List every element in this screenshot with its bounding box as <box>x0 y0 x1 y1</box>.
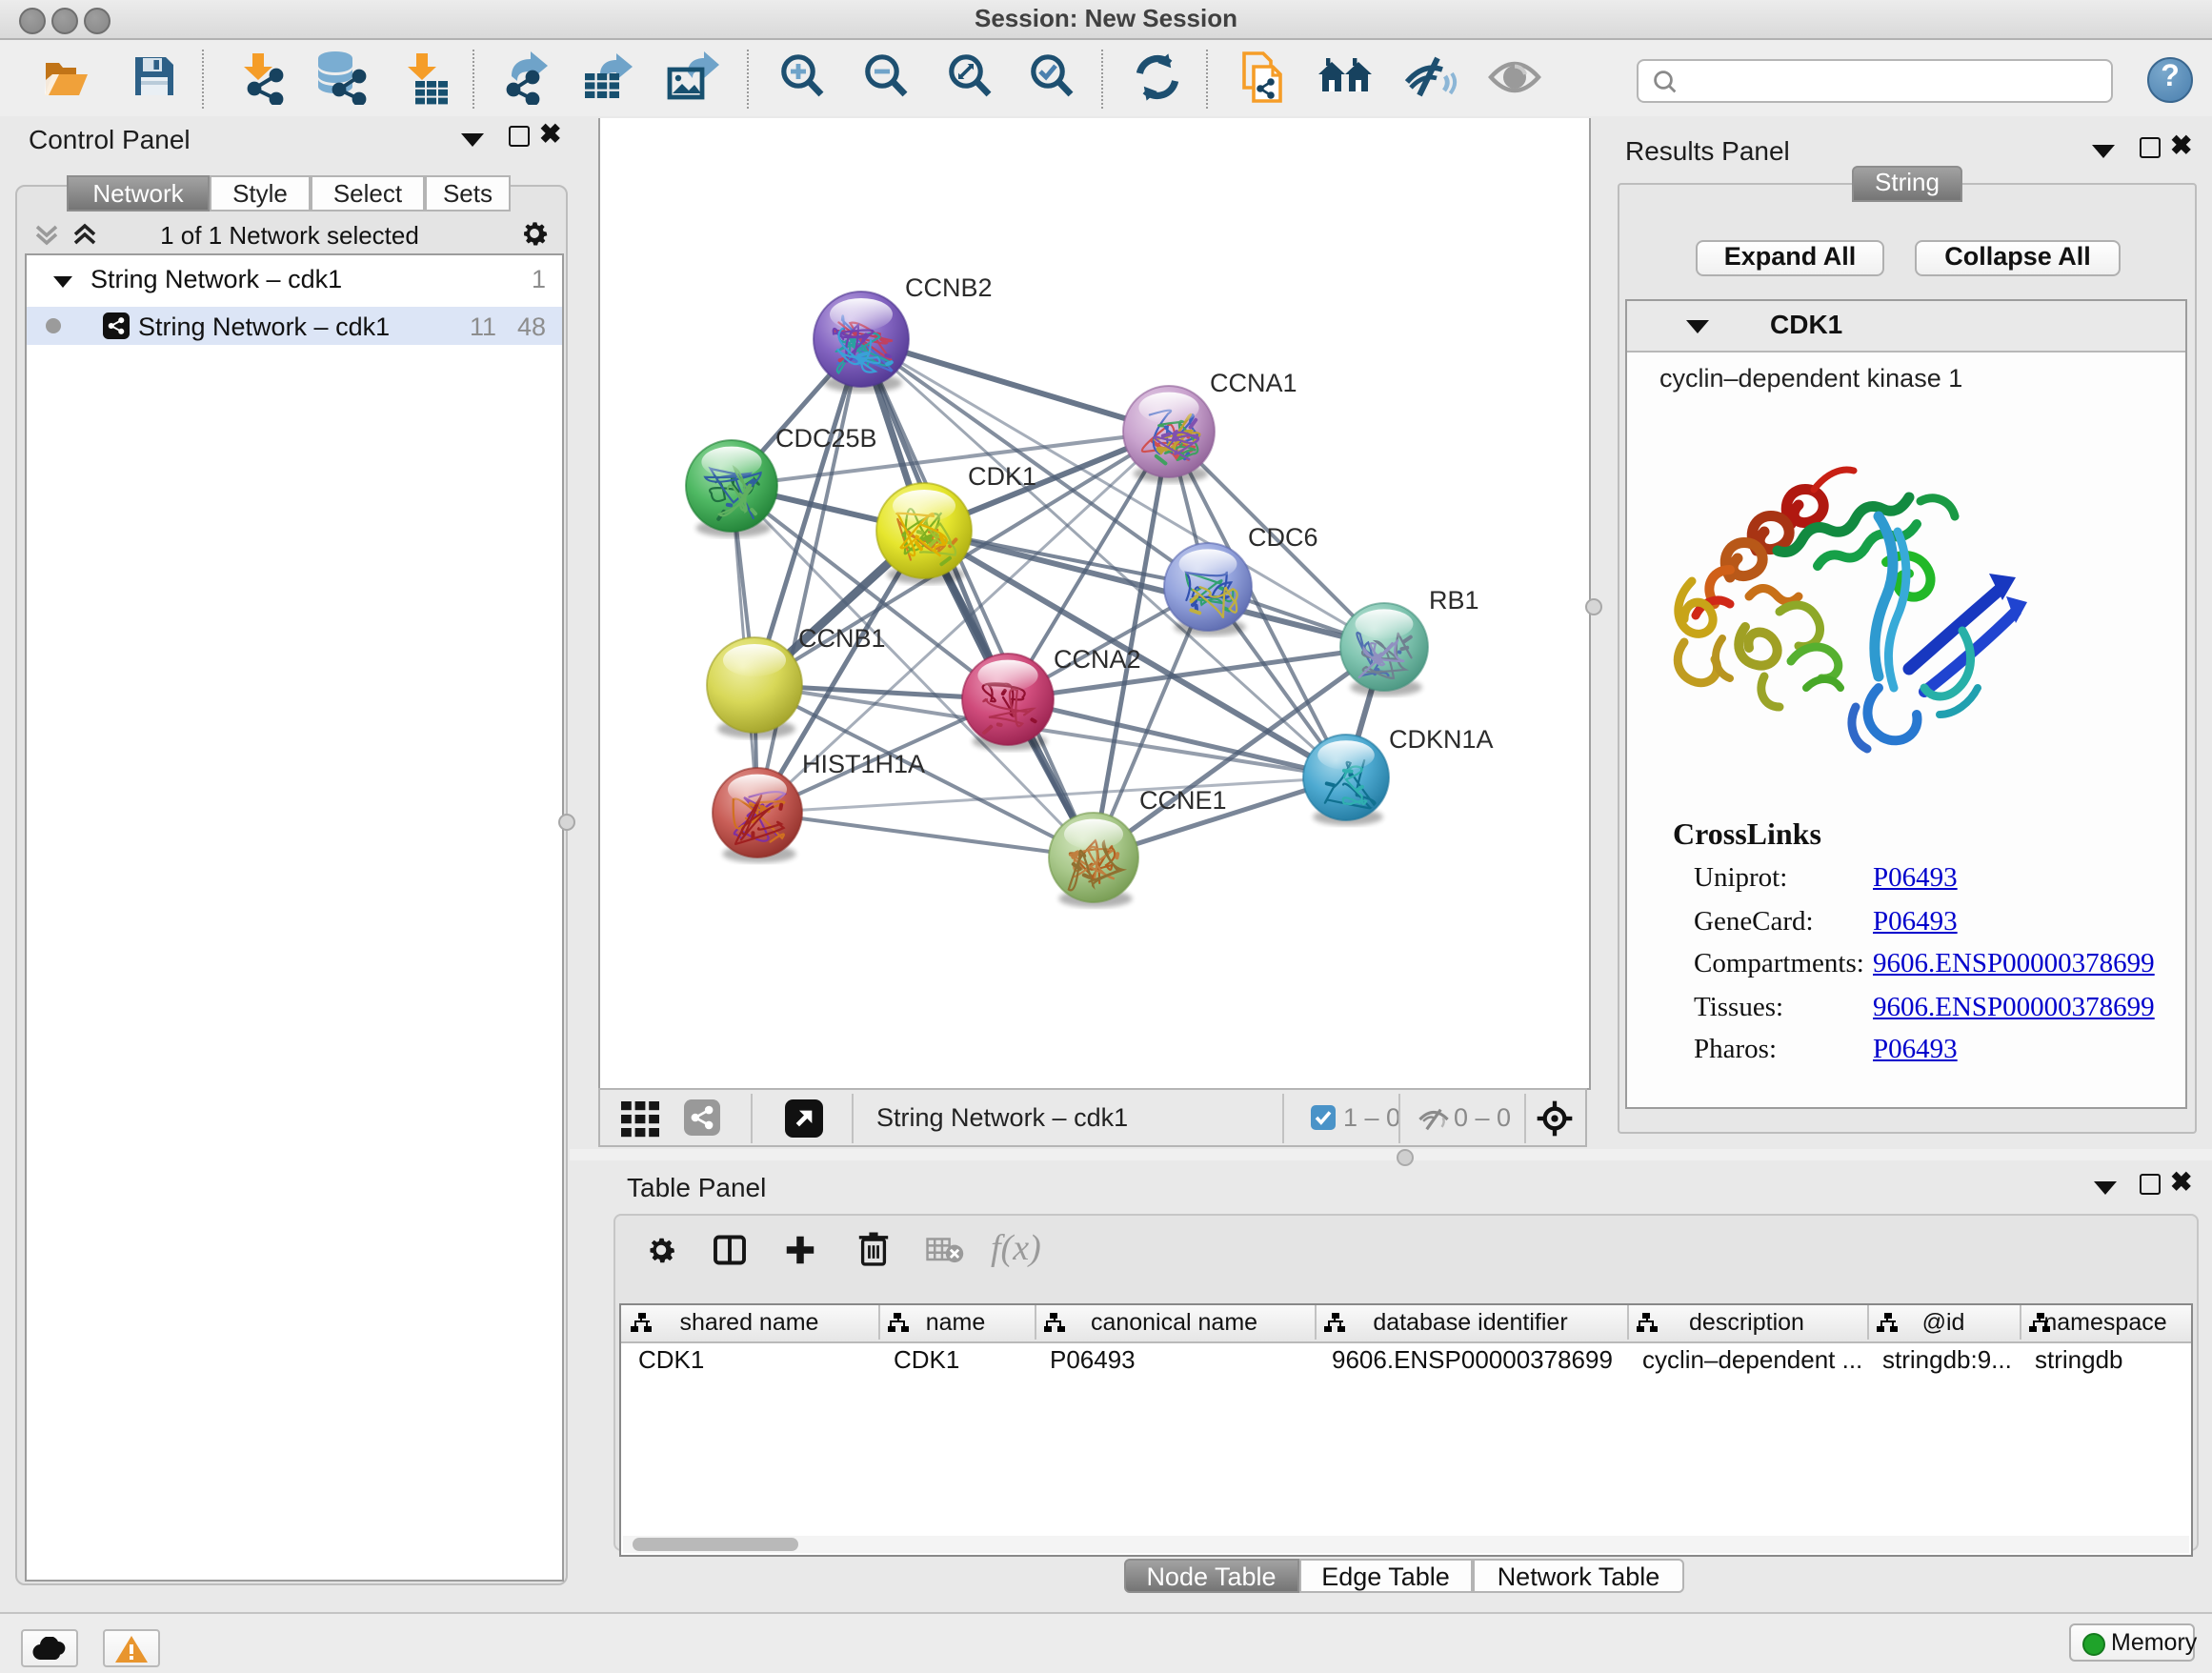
svg-text:CCNB2: CCNB2 <box>905 272 993 301</box>
svg-text:CCNE1: CCNE1 <box>1139 785 1227 814</box>
svg-text:CDC25B: CDC25B <box>775 423 877 452</box>
svg-text:CCNA1: CCNA1 <box>1210 368 1297 396</box>
svg-text:CDKN1A: CDKN1A <box>1389 724 1494 753</box>
svg-text:CCNB1: CCNB1 <box>798 623 886 652</box>
svg-text:CCNA2: CCNA2 <box>1054 644 1141 673</box>
svg-text:CDC6: CDC6 <box>1248 522 1318 551</box>
svg-text:RB1: RB1 <box>1429 585 1479 614</box>
svg-text:CDK1: CDK1 <box>968 461 1036 490</box>
svg-text:HIST1H1A: HIST1H1A <box>802 749 925 777</box>
